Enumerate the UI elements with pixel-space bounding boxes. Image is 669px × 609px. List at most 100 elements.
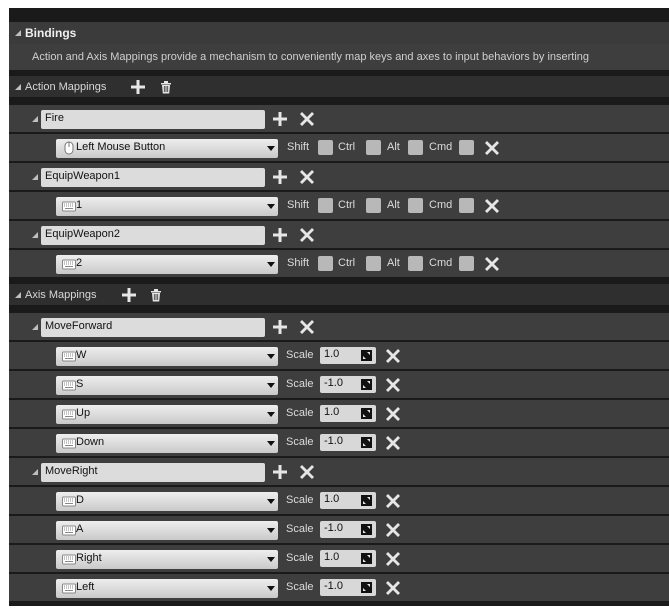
remove-mapping-close-icon[interactable] (300, 170, 314, 184)
bindings-header[interactable]: Bindings (9, 22, 669, 44)
remove-key-close-icon[interactable] (386, 436, 400, 450)
axis-name-input[interactable]: MoveRight (41, 463, 265, 482)
chevron-down-icon (267, 146, 275, 151)
alt-label: Alt (387, 199, 400, 211)
remove-key-close-icon[interactable] (485, 199, 499, 213)
collapse-triangle-icon[interactable] (32, 232, 38, 238)
shift-checkbox[interactable] (318, 198, 333, 213)
add-axis-mapping-plus-icon[interactable] (122, 288, 136, 302)
remove-mapping-close-icon[interactable] (300, 228, 314, 242)
action-name-input[interactable]: EquipWeapon2 (41, 226, 265, 245)
collapse-triangle-icon[interactable] (32, 116, 38, 122)
key-selector-dropdown[interactable]: 1 (56, 197, 278, 216)
key-selector-dropdown[interactable]: D (56, 492, 278, 511)
cmd-checkbox[interactable] (459, 198, 474, 213)
remove-key-close-icon[interactable] (485, 257, 499, 271)
axis-key-row: Right Scale 1.0 (9, 545, 669, 573)
remove-key-close-icon[interactable] (386, 552, 400, 566)
key-label: S (76, 378, 84, 390)
remove-key-close-icon[interactable] (386, 407, 400, 421)
scale-input[interactable]: 1.0 (320, 550, 376, 567)
ctrl-checkbox[interactable] (366, 198, 381, 213)
keyboard-icon (62, 409, 76, 420)
cmd-label: Cmd (429, 257, 453, 269)
add-key-plus-icon[interactable] (273, 228, 287, 242)
scale-value: -1.0 (324, 435, 343, 447)
remove-mapping-close-icon[interactable] (300, 112, 314, 126)
collapse-triangle-icon[interactable] (32, 324, 38, 330)
ctrl-checkbox[interactable] (366, 256, 381, 271)
remove-key-close-icon[interactable] (386, 494, 400, 508)
key-selector-dropdown[interactable]: Left Mouse Button (56, 139, 278, 158)
key-selector-dropdown[interactable]: A (56, 521, 278, 540)
scale-label: Scale (286, 378, 314, 390)
keyboard-icon (62, 380, 76, 391)
alt-checkbox[interactable] (408, 198, 423, 213)
scale-input[interactable]: -1.0 (320, 376, 376, 393)
drag-grip-icon[interactable] (361, 553, 372, 564)
remove-key-close-icon[interactable] (485, 141, 499, 155)
add-key-plus-icon[interactable] (273, 112, 287, 126)
key-selector-dropdown[interactable]: Right (56, 550, 278, 569)
remove-mapping-close-icon[interactable] (300, 320, 314, 334)
drag-grip-icon[interactable] (361, 350, 372, 361)
keyboard-icon (62, 583, 76, 594)
action-name-input[interactable]: Fire (41, 110, 265, 129)
scale-input[interactable]: 1.0 (320, 492, 376, 509)
drag-grip-icon[interactable] (361, 408, 372, 419)
cmd-checkbox[interactable] (459, 256, 474, 271)
key-selector-dropdown[interactable]: 2 (56, 255, 278, 274)
key-selector-dropdown[interactable]: S (56, 376, 278, 395)
alt-checkbox[interactable] (408, 140, 423, 155)
shift-checkbox[interactable] (318, 140, 333, 155)
remove-key-close-icon[interactable] (386, 523, 400, 537)
remove-mapping-close-icon[interactable] (300, 465, 314, 479)
scale-input[interactable]: -1.0 (320, 434, 376, 451)
delete-action-mappings-trash-icon[interactable] (159, 80, 173, 94)
alt-checkbox[interactable] (408, 256, 423, 271)
key-selector-dropdown[interactable]: Up (56, 405, 278, 424)
remove-key-close-icon[interactable] (386, 581, 400, 595)
bindings-description: Action and Axis Mappings provide a mecha… (32, 51, 590, 63)
remove-key-close-icon[interactable] (386, 349, 400, 363)
drag-grip-icon[interactable] (361, 379, 372, 390)
add-key-plus-icon[interactable] (273, 170, 287, 184)
drag-grip-icon[interactable] (361, 437, 372, 448)
action-key-row: 2 Shift Ctrl Alt Cmd (9, 250, 669, 278)
add-key-plus-icon[interactable] (273, 465, 287, 479)
bindings-description-row: Action and Axis Mappings provide a mecha… (9, 44, 669, 70)
add-key-plus-icon[interactable] (273, 320, 287, 334)
scale-input[interactable]: -1.0 (320, 521, 376, 538)
collapse-triangle-icon[interactable] (32, 174, 38, 180)
drag-grip-icon[interactable] (361, 495, 372, 506)
collapse-triangle-icon[interactable] (32, 469, 38, 475)
key-label: 2 (76, 257, 83, 269)
shift-checkbox[interactable] (318, 256, 333, 271)
key-label: Up (76, 407, 91, 419)
shift-label: Shift (287, 141, 310, 153)
remove-key-close-icon[interactable] (386, 378, 400, 392)
key-selector-dropdown[interactable]: Down (56, 434, 278, 453)
drag-grip-icon[interactable] (361, 524, 372, 535)
delete-axis-mappings-trash-icon[interactable] (149, 288, 163, 302)
collapse-triangle-icon[interactable] (15, 30, 21, 36)
scale-value: 1.0 (324, 551, 340, 563)
axis-mappings-header[interactable]: Axis Mappings (9, 284, 669, 306)
collapse-triangle-icon[interactable] (15, 84, 21, 90)
drag-grip-icon[interactable] (361, 582, 372, 593)
axis-name-input[interactable]: MoveForward (41, 318, 265, 337)
key-selector-dropdown[interactable]: Left (56, 579, 278, 598)
scale-label: Scale (286, 494, 314, 506)
action-mapping-row: EquipWeapon2 (9, 221, 669, 249)
collapse-triangle-icon[interactable] (15, 292, 21, 298)
scale-input[interactable]: 1.0 (320, 405, 376, 422)
mouse-icon (64, 141, 74, 155)
key-selector-dropdown[interactable]: W (56, 347, 278, 366)
action-name-input[interactable]: EquipWeapon1 (41, 168, 265, 187)
ctrl-checkbox[interactable] (366, 140, 381, 155)
add-action-mapping-plus-icon[interactable] (131, 80, 145, 94)
cmd-checkbox[interactable] (459, 140, 474, 155)
scale-input[interactable]: -1.0 (320, 579, 376, 596)
scale-input[interactable]: 1.0 (320, 347, 376, 364)
action-mappings-header[interactable]: Action Mappings (9, 76, 669, 98)
